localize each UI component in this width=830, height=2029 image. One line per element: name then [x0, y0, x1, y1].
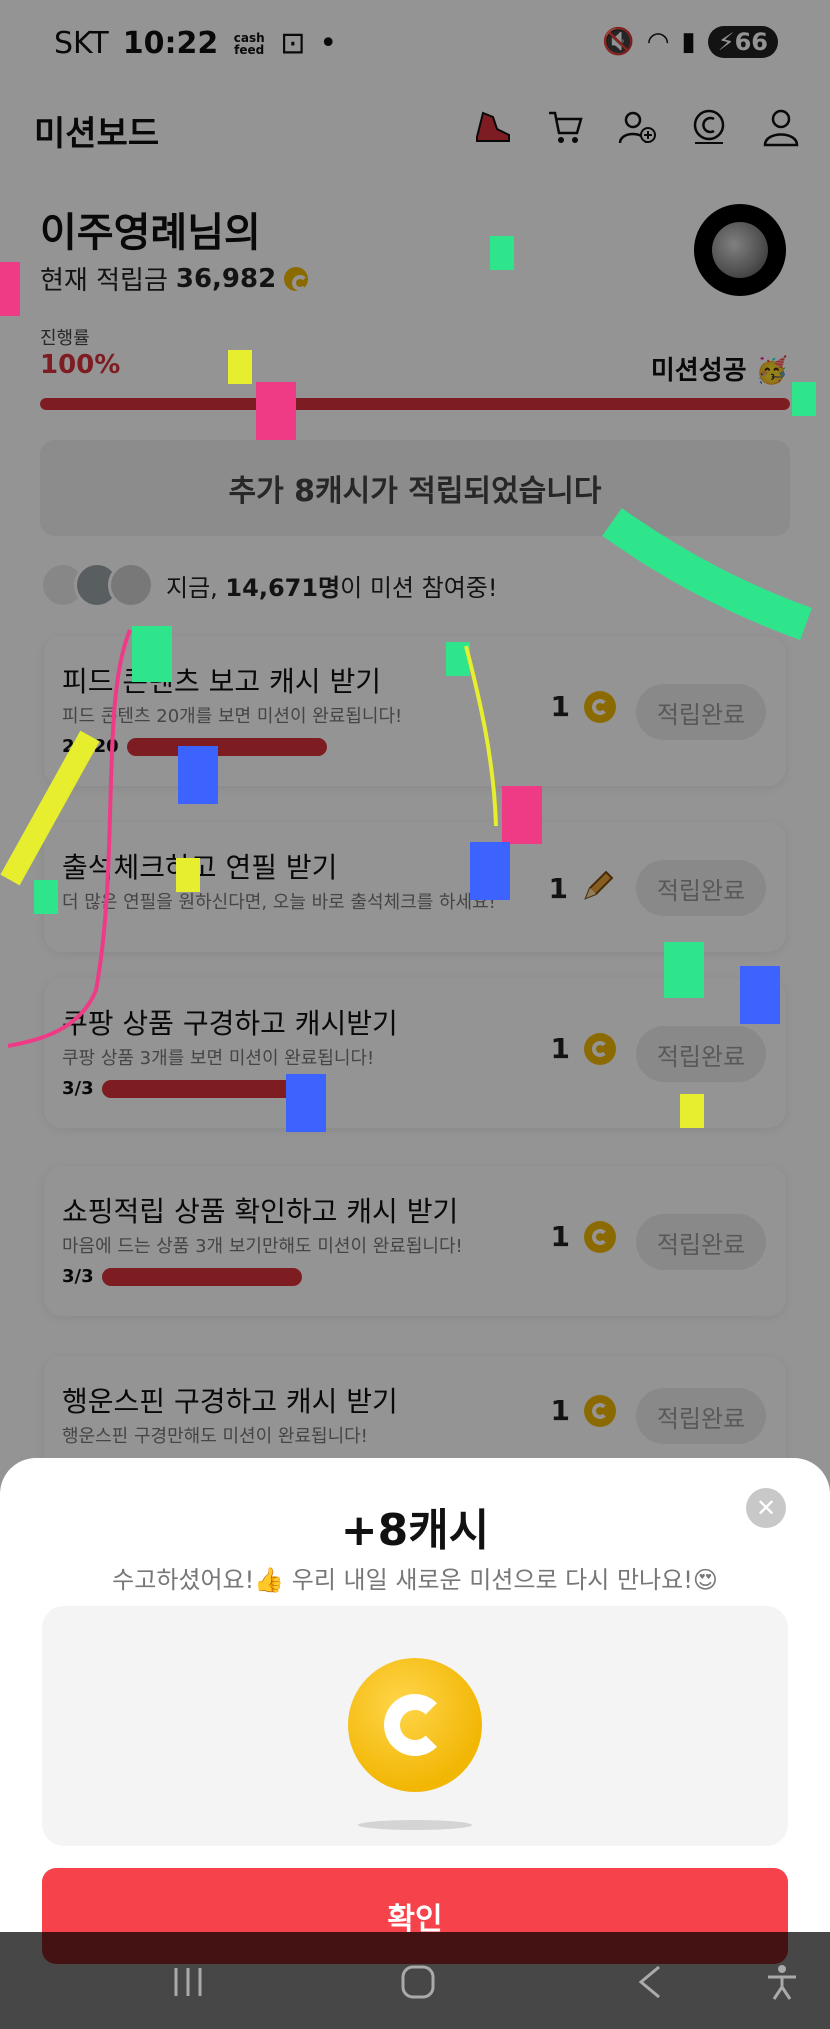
recent-apps-icon[interactable] [168, 1962, 208, 2002]
coin-shadow [358, 1820, 472, 1830]
mission-board-screen: SKT 10:22 cash feed ⊡ • 🔇 ◠ ▮ ⚡66 미션보드 이… [0, 0, 830, 2029]
accessibility-icon[interactable] [762, 1962, 802, 2002]
home-icon[interactable] [398, 1962, 438, 2002]
sheet-subtitle: 수고하셨어요!👍 우리 내일 새로운 미션으로 다시 만나요!😍 [112, 1566, 718, 1594]
system-nav-bar [0, 1932, 830, 2029]
back-icon[interactable] [630, 1962, 670, 2002]
sheet-title: +8캐시 [340, 1505, 490, 1556]
coin-panel [42, 1606, 788, 1846]
close-icon[interactable]: ✕ [746, 1488, 786, 1528]
confetti-streamers [0, 508, 812, 1048]
cash-coin-icon [348, 1658, 482, 1792]
